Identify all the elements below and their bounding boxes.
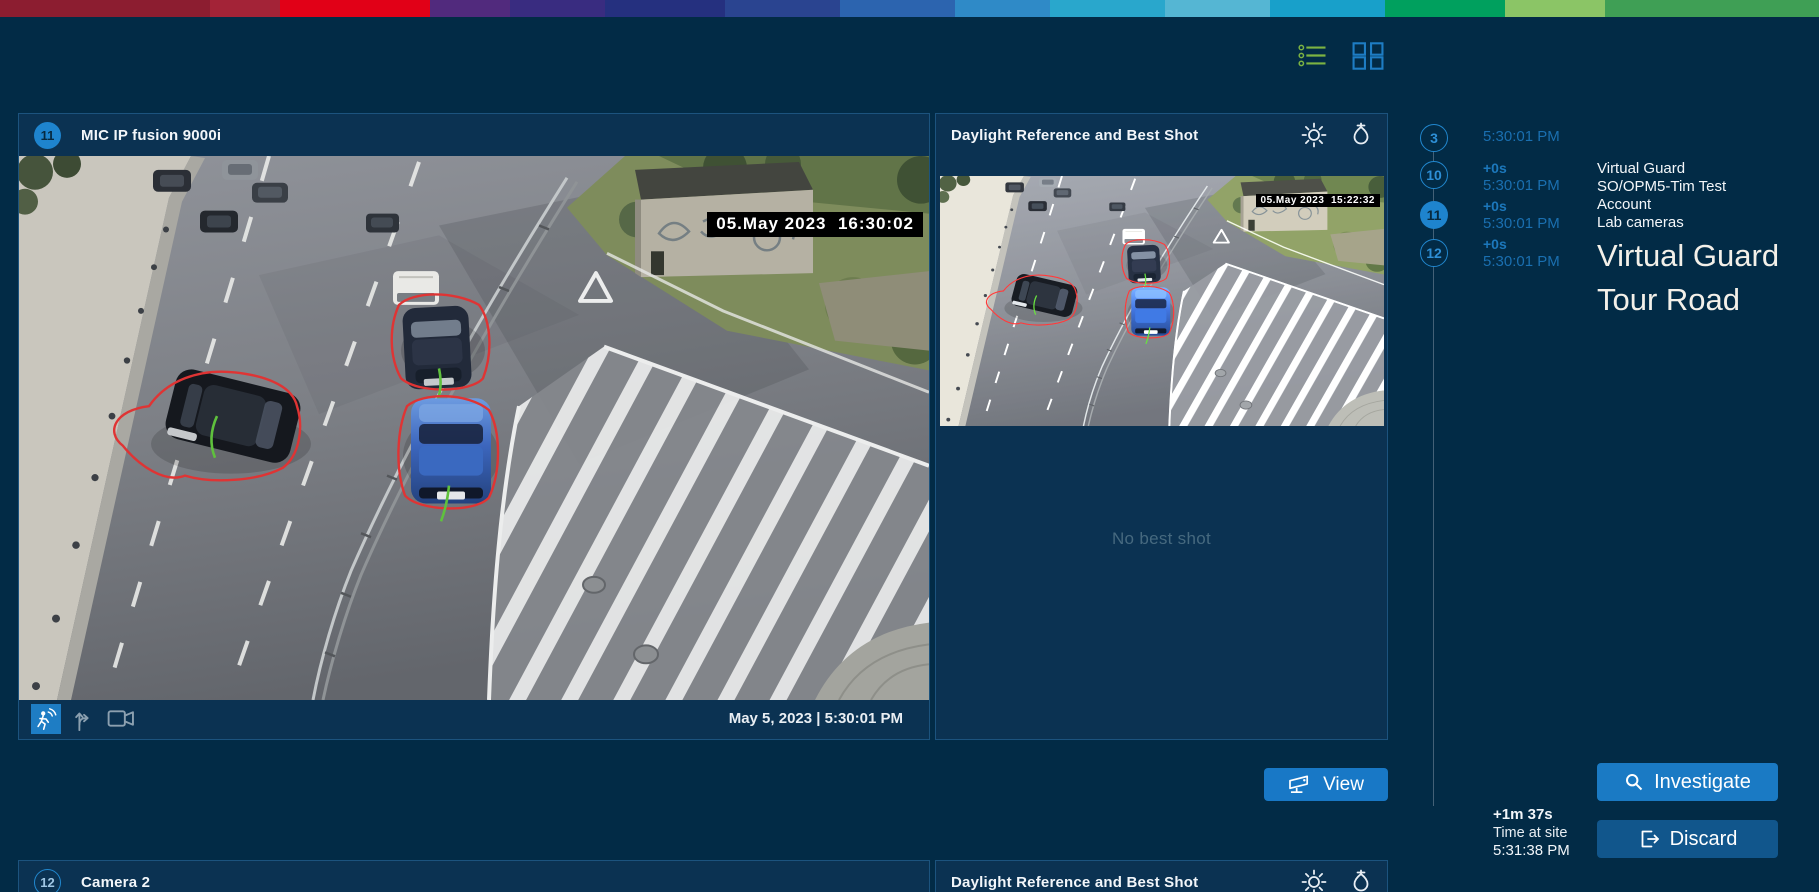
site-time-offset: +1m 37s (1493, 806, 1570, 824)
illumination-bulb-icon (1349, 869, 1373, 892)
camera-video[interactable]: 05.May 2023 16:30:02 (19, 156, 929, 700)
daylight-panel-header: Daylight Reference and Best Shot (936, 114, 1387, 156)
video-timestamp-overlay: 05.May 2023 16:30:02 (707, 212, 923, 237)
timeline-badge-12[interactable]: 12 (1420, 239, 1448, 267)
daylight-sun-icon (1301, 869, 1327, 892)
event-title: Virtual Guard Tour Road (1597, 234, 1819, 322)
camera-panel-header: 11 MIC IP fusion 9000i (19, 114, 929, 156)
entry-time: 5:30:01 PM (1483, 253, 1560, 270)
alarm-list: 11 MIC IP fusion 9000i 05.May 2023 16:30… (18, 113, 1389, 892)
time-at-site-block: +1m 37s Time at site 5:31:38 PM (1493, 806, 1570, 860)
daylight-reference-image[interactable]: 05.May 2023 15:22:32 (940, 176, 1384, 426)
timeline-entry-time: +0s 5:30:01 PM (1483, 236, 1560, 270)
stripe-segment (1050, 0, 1165, 17)
route-branch-icon[interactable] (72, 706, 96, 732)
timeline-entry-time: +0s 5:30:01 PM (1483, 198, 1560, 232)
stripe-segment (725, 0, 840, 17)
daylight-panel-title: Daylight Reference and Best Shot (951, 127, 1198, 144)
alarm-review-page: 11 MIC IP fusion 9000i 05.May 2023 16:30… (0, 0, 1819, 892)
timeline-badge-10[interactable]: 10 (1420, 161, 1448, 189)
stripe-segment (1270, 0, 1385, 17)
daylight-sun-icon (1301, 122, 1327, 148)
stripe-segment (430, 0, 510, 17)
site-time-value: 5:31:38 PM (1493, 842, 1570, 860)
alarm-timeline-sidebar: 3 10 11 12 5:30:01 PM +0s 5:30:01 PM +0s… (1400, 0, 1819, 892)
no-best-shot-text: No best shot (1112, 529, 1211, 549)
cctv-camera-icon (1288, 774, 1313, 795)
camera-group: Lab cameras (1597, 214, 1769, 232)
illumination-bulb-icon (1349, 122, 1373, 148)
stripe-segment (280, 0, 430, 17)
discard-button[interactable]: Discard (1597, 820, 1778, 858)
investigate-button[interactable]: Investigate (1597, 763, 1778, 801)
entry-offset: +0s (1483, 160, 1560, 177)
stripe-segment (210, 0, 280, 17)
list-view-icon (1298, 44, 1328, 67)
timeline-badge-11-selected[interactable]: 11 (1420, 201, 1448, 229)
reference-frame-image (940, 176, 1384, 426)
alarm-card-11: 11 MIC IP fusion 9000i 05.May 2023 16:30… (18, 113, 1389, 740)
timeline-badge-3[interactable]: 3 (1420, 124, 1448, 152)
event-source-info: Virtual Guard SO/OPM5-Tim Test Account L… (1597, 160, 1769, 232)
site-time-label: Time at site (1493, 824, 1570, 842)
discard-label: Discard (1670, 828, 1738, 851)
alarm-type-icons (31, 704, 136, 734)
camera-badge: 12 (34, 869, 61, 892)
alarm-card-12: 12 Camera 2 Daylight Reference and Best … (18, 860, 1389, 892)
event-type: Virtual Guard (1597, 160, 1769, 178)
timeline-entry-time: +0s 5:30:01 PM (1483, 160, 1560, 194)
motion-detection-icon (33, 706, 59, 732)
entry-time: 5:30:01 PM (1483, 128, 1560, 145)
list-view-button[interactable] (1298, 44, 1328, 67)
view-button-label: View (1323, 774, 1364, 796)
camera-panel-11: 11 MIC IP fusion 9000i 05.May 2023 16:30… (18, 113, 930, 740)
daylight-panel-header: Daylight Reference and Best Shot (936, 861, 1387, 892)
view-button[interactable]: View (1264, 768, 1388, 801)
grid-view-icon (1352, 42, 1384, 70)
entry-time: 5:30:01 PM (1483, 177, 1560, 194)
stripe-segment (510, 0, 605, 17)
stripe-segment (1165, 0, 1270, 17)
video-camera-icon[interactable] (107, 708, 136, 729)
timeline-entry-time: 5:30:01 PM (1483, 128, 1560, 145)
camera-panel-footer: May 5, 2023 | 5:30:01 PM (19, 700, 929, 737)
camera-panel-header: 12 Camera 2 (19, 861, 929, 892)
stripe-segment (840, 0, 955, 17)
entry-time: 5:30:01 PM (1483, 215, 1560, 232)
stripe-segment (955, 0, 1050, 17)
magnifier-icon (1624, 772, 1644, 792)
entry-offset: +0s (1483, 236, 1560, 253)
motion-alarm-toggle[interactable] (31, 704, 61, 734)
stripe-segment (605, 0, 725, 17)
daylight-panel-title: Daylight Reference and Best Shot (951, 874, 1198, 891)
camera-badge: 11 (34, 122, 61, 149)
alarm-datetime: May 5, 2023 | 5:30:01 PM (729, 710, 903, 727)
discard-exit-icon (1638, 828, 1660, 850)
daylight-panel-11: Daylight Reference and Best Shot (935, 113, 1388, 740)
camera-panel-12: 12 Camera 2 (18, 860, 930, 892)
entry-offset: +0s (1483, 198, 1560, 215)
account-name: SO/OPM5-Tim Test Account (1597, 178, 1769, 214)
view-button-row: View (18, 768, 1389, 801)
best-shot-area: No best shot (936, 428, 1387, 739)
camera-name: Camera 2 (81, 874, 150, 891)
camera-frame-image (19, 156, 929, 700)
daylight-panel-12: Daylight Reference and Best Shot (935, 860, 1388, 892)
grid-view-button[interactable] (1352, 42, 1384, 70)
investigate-label: Investigate (1654, 771, 1751, 794)
reference-timestamp-overlay: 05.May 2023 15:22:32 (1256, 194, 1380, 207)
stripe-segment (0, 0, 210, 17)
camera-name: MIC IP fusion 9000i (81, 127, 221, 144)
